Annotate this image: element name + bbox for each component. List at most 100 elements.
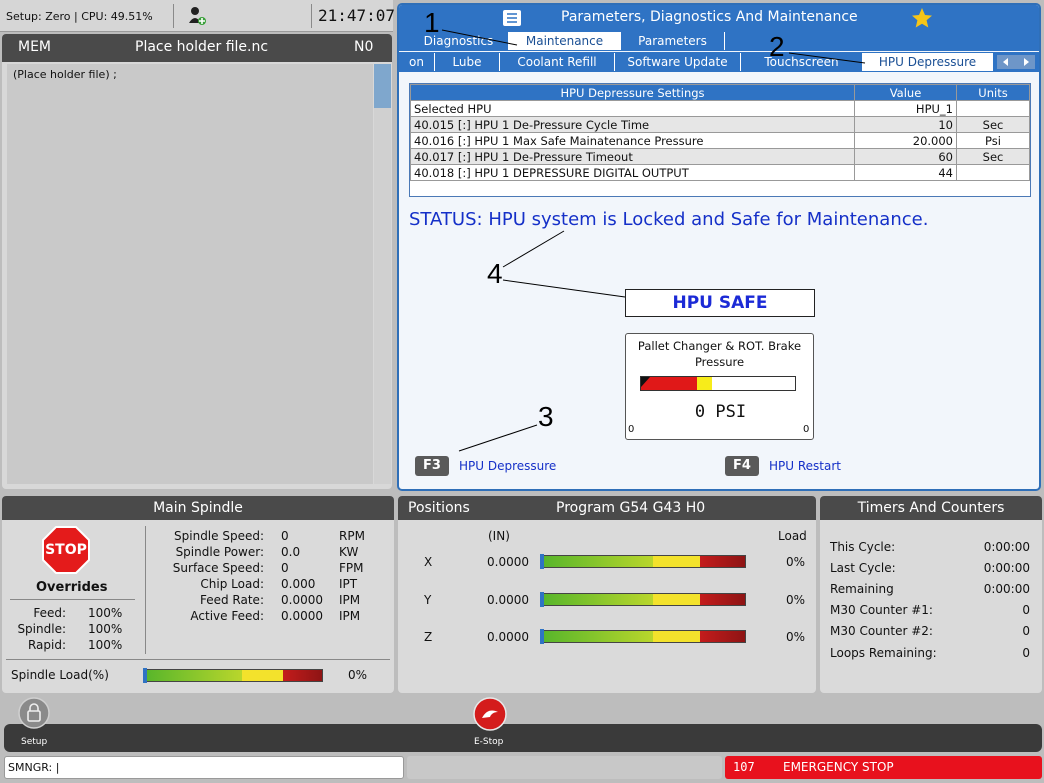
stat-unit: FPM	[339, 561, 364, 575]
axis-load-marker	[540, 554, 544, 569]
axis-load-marker	[540, 629, 544, 644]
program-panel: MEM Place holder file.nc N0 (Place holde…	[2, 34, 392, 489]
stat-label: Active Feed:	[190, 609, 264, 623]
program-code-area[interactable]: (Place holder file) ;	[7, 64, 373, 484]
main-spindle-panel: Main Spindle STOP Overrides Feed: 100% S…	[2, 496, 394, 693]
program-filename: Place holder file.nc	[135, 39, 269, 55]
system-bar: Setup: Zero | CPU: 49.51% 21:47:07	[0, 0, 396, 32]
stat-value: 0.000	[281, 577, 316, 591]
stat-unit: IPT	[339, 577, 358, 591]
stat-value: 0.0000	[281, 593, 323, 607]
estop-button-label: E-Stop	[474, 737, 504, 747]
program-header: MEM Place holder file.nc N0	[2, 34, 392, 62]
axis-label: Y	[424, 593, 432, 607]
program-mode: MEM	[18, 39, 52, 55]
timer-label: This Cycle:	[830, 540, 896, 554]
timers-title: Timers And Counters	[857, 500, 1005, 516]
estop-icon	[473, 697, 507, 731]
positions-title: Positions	[408, 500, 470, 516]
override-label: Rapid:	[27, 638, 66, 652]
override-label: Spindle:	[17, 622, 66, 636]
override-label: Feed:	[33, 606, 66, 620]
stat-unit: KW	[339, 545, 359, 559]
timer-label: M30 Counter #1:	[830, 603, 933, 617]
overrides-title: Overrides	[36, 580, 108, 595]
timer-value: 0	[1022, 603, 1030, 617]
network-user-icon[interactable]	[186, 5, 208, 30]
alarm-banner[interactable]: 107 EMERGENCY STOP	[725, 756, 1042, 779]
stat-label: Chip Load:	[200, 577, 264, 591]
stat-label: Feed Rate:	[199, 593, 264, 607]
axis-label: Z	[424, 630, 433, 644]
divider	[311, 4, 312, 28]
timers-header: Timers And Counters	[820, 496, 1042, 520]
positions-load-header: Load	[778, 529, 807, 543]
setup-cpu-text: Setup: Zero | CPU: 49.51%	[6, 10, 153, 23]
divider	[6, 659, 390, 660]
timer-label: Last Cycle:	[830, 561, 896, 575]
stat-value: 0	[281, 529, 289, 543]
stat-label: Spindle Speed:	[174, 529, 264, 543]
timer-value: 0:00:00	[983, 540, 1030, 554]
positions-panel: Positions Program G54 G43 H0 (IN) Load X…	[398, 496, 816, 693]
divider	[145, 526, 146, 654]
divider	[173, 4, 174, 28]
spindle-title: Main Spindle	[153, 500, 243, 516]
stat-value: 0.0	[281, 545, 301, 559]
setup-button-label: Setup	[21, 737, 48, 747]
message-bar	[407, 756, 722, 779]
axis-load-marker	[540, 592, 544, 607]
stat-value: 0.0000	[281, 609, 323, 623]
setup-button[interactable]: Setup	[16, 697, 56, 749]
estop-button[interactable]: E-Stop	[470, 697, 520, 749]
stat-value: 0	[281, 561, 289, 575]
positions-header: Positions Program G54 G43 H0	[398, 496, 816, 520]
axis-load: 0%	[786, 630, 806, 644]
axis-load: 0%	[786, 555, 806, 569]
override-value: 100%	[88, 606, 123, 620]
override-value: 100%	[88, 622, 123, 636]
override-value: 100%	[88, 638, 123, 652]
program-scrollbar[interactable]	[374, 64, 391, 484]
spindle-header: Main Spindle	[2, 496, 394, 520]
lock-icon	[18, 697, 50, 729]
axis-load-bar	[540, 555, 746, 568]
timer-value: 0:00:00	[983, 582, 1030, 596]
axis-load-bar	[540, 593, 746, 606]
axis-value: 0.0000	[487, 555, 529, 569]
stat-unit: RPM	[339, 529, 365, 543]
program-scrollbar-thumb[interactable]	[374, 64, 391, 108]
timer-label: Remaining	[830, 582, 894, 596]
axis-value: 0.0000	[487, 630, 529, 644]
timers-panel: Timers And Counters This Cycle: 0:00:00 …	[820, 496, 1042, 693]
positions-program: Program G54 G43 H0	[556, 500, 706, 516]
positions-unit: (IN)	[488, 529, 510, 543]
code-line: (Place holder file) ;	[13, 68, 117, 81]
stat-unit: IPM	[339, 593, 361, 607]
command-input[interactable]: SMNGR: |	[4, 756, 404, 779]
alarm-text: EMERGENCY STOP	[783, 760, 894, 774]
divider	[10, 599, 135, 600]
stat-label: Spindle Power:	[175, 545, 264, 559]
callout-leader-lines	[441, 29, 866, 452]
bottom-toolbar	[4, 724, 1042, 752]
spindle-load-value: 0%	[348, 668, 368, 682]
stat-label: Surface Speed:	[172, 561, 264, 575]
timer-value: 0	[1022, 646, 1030, 660]
axis-load: 0%	[786, 593, 806, 607]
timer-value: 0:00:00	[983, 561, 1030, 575]
axis-label: X	[424, 555, 433, 569]
stat-unit: IPM	[339, 609, 361, 623]
timer-label: M30 Counter #2:	[830, 624, 933, 638]
timer-label: Loops Remaining:	[830, 646, 937, 660]
stop-sign-label: STOP	[45, 542, 87, 558]
axis-load-bar	[540, 630, 746, 643]
alarm-code: 107	[733, 760, 755, 774]
spindle-load-marker	[143, 668, 147, 683]
command-prompt: SMNGR: |	[8, 761, 60, 774]
spindle-load-label: Spindle Load(%)	[11, 668, 109, 682]
axis-value: 0.0000	[487, 593, 529, 607]
clock: 21:47:07	[318, 6, 396, 25]
timer-value: 0	[1022, 624, 1030, 638]
program-line-number: N0	[354, 39, 374, 55]
